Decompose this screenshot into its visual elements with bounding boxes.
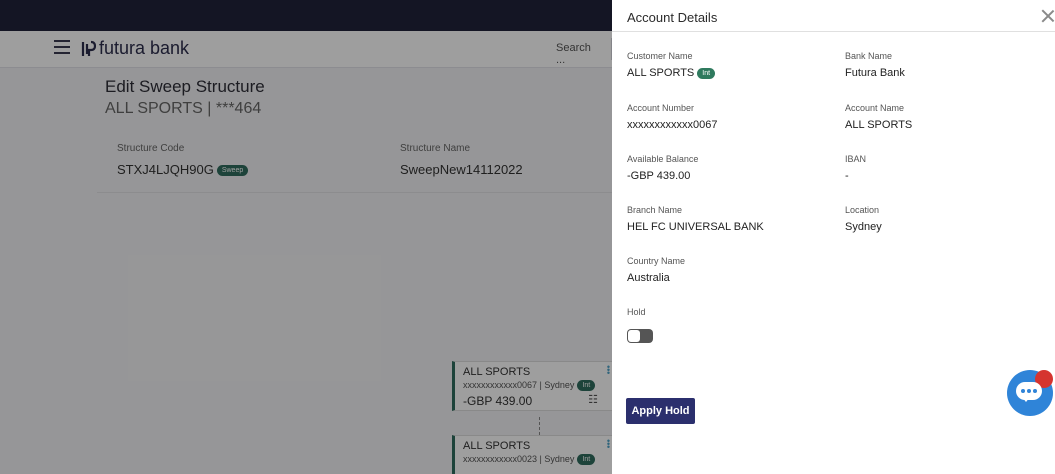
- bank-name-label: Bank Name: [845, 51, 893, 61]
- branch-name-label: Branch Name: [627, 205, 683, 215]
- int-badge: Int: [697, 67, 716, 79]
- account-number-label: Account Number: [627, 103, 695, 113]
- iban-value: -: [845, 170, 849, 182]
- iban-label: IBAN: [845, 154, 867, 164]
- chat-icon-tail: [1022, 397, 1030, 402]
- country-name-value: Australia: [627, 272, 670, 284]
- drawer-title: Account Details: [627, 10, 718, 25]
- modal-backdrop[interactable]: [0, 0, 612, 474]
- toggle-knob: [628, 330, 640, 342]
- apply-hold-button[interactable]: Apply Hold: [626, 398, 695, 424]
- available-balance-label: Available Balance: [627, 154, 699, 164]
- customer-name-value: ALL SPORTS Int: [627, 67, 716, 79]
- drawer-divider: [612, 31, 1055, 32]
- account-name-label: Account Name: [845, 103, 905, 113]
- close-icon[interactable]: [1040, 8, 1055, 24]
- account-number-value: xxxxxxxxxxxx0067: [627, 119, 718, 131]
- country-name-label: Country Name: [627, 256, 686, 266]
- account-name-value: ALL SPORTS: [845, 119, 913, 131]
- customer-name-label: Customer Name: [627, 51, 693, 61]
- bank-name-value: Futura Bank: [845, 67, 905, 79]
- hold-label: Hold: [627, 307, 646, 317]
- location-label: Location: [845, 205, 880, 215]
- branch-name-value: HEL FC UNIVERSAL BANK: [627, 221, 764, 233]
- account-details-drawer: Account Details Customer Name ALL SPORTS…: [612, 0, 1055, 474]
- location-value: Sydney: [845, 221, 882, 233]
- available-balance-value: -GBP 439.00: [627, 170, 691, 182]
- hold-toggle[interactable]: [627, 329, 653, 343]
